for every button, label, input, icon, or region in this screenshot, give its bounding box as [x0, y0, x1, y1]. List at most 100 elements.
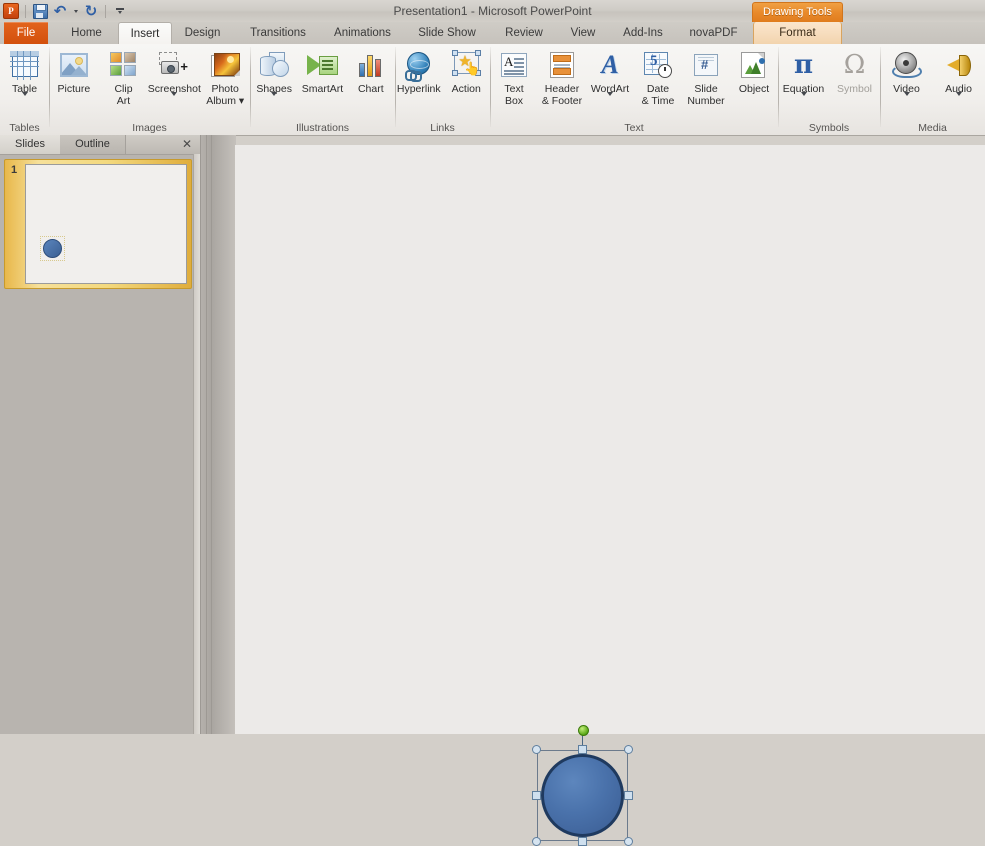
save-button[interactable] [31, 2, 49, 20]
ribbon-group-separator [49, 47, 50, 127]
wordart-button[interactable]: A WordArt [586, 46, 634, 119]
clip-art-button-label: Clip Art [114, 83, 133, 107]
ribbon-tab-insert[interactable]: Insert [118, 22, 172, 46]
object-button[interactable]: Object [730, 46, 778, 119]
redo-icon: ↻ [84, 1, 98, 20]
ribbon-tab-add-ins[interactable]: Add-Ins [612, 22, 674, 44]
rotation-handle[interactable] [578, 725, 589, 736]
header-footer-icon [546, 49, 578, 81]
chevron-down-icon[interactable] [271, 92, 278, 108]
ribbon-tab-novapdf[interactable]: novaPDF [680, 22, 747, 44]
clip-art-button[interactable]: Clip Art [99, 46, 149, 119]
oval-shape[interactable] [541, 754, 624, 837]
ribbon-tab-format[interactable]: Format [753, 22, 842, 45]
ribbon-group-label-illustrations: Illustrations [295, 122, 350, 134]
redo-button[interactable]: ↻ [82, 2, 100, 20]
smartart-button-label: SmartArt [301, 83, 344, 95]
symbol-button[interactable]: Ω Symbol [829, 46, 880, 119]
smartart-button[interactable]: SmartArt [298, 46, 346, 119]
date-time-button[interactable]: 5 Date & Time [634, 46, 682, 119]
symbol-icon: Ω [843, 50, 866, 80]
office-button[interactable]: P [2, 2, 20, 20]
ribbon-group-media: Video Audio Media [880, 44, 985, 135]
resize-handle-middle-left[interactable] [532, 791, 541, 800]
qat-separator-2 [105, 4, 106, 18]
tab-outline[interactable]: Outline [60, 135, 126, 154]
resize-handle-bottom-right[interactable] [624, 837, 633, 846]
ribbon-group-illustrations: Shapes SmartArt Chart Illustrations [250, 44, 395, 135]
chevron-down-icon[interactable] [607, 92, 613, 108]
hyperlink-icon [403, 49, 435, 82]
date-time-icon: 5 [642, 49, 674, 81]
photo-album-button-label: Photo Album ▾ [206, 83, 245, 107]
chevron-down-icon[interactable] [903, 92, 910, 108]
resize-handle-top-center[interactable] [578, 745, 587, 754]
ribbon-tab-review[interactable]: Review [494, 22, 554, 44]
object-icon [738, 49, 770, 81]
header-footer-button[interactable]: Header & Footer [538, 46, 586, 119]
ribbon-tab-view[interactable]: View [561, 22, 605, 44]
save-icon [32, 3, 48, 19]
photo-album-icon [209, 49, 241, 81]
equation-icon: π [793, 50, 814, 80]
pane-splitter[interactable] [200, 135, 236, 734]
chevron-down-icon[interactable] [171, 92, 178, 108]
shapes-icon [258, 49, 290, 81]
resize-handle-top-right[interactable] [624, 745, 633, 754]
resize-handle-bottom-left[interactable] [532, 837, 541, 846]
drawing-tools-banner: Drawing Tools [752, 2, 843, 23]
undo-dropdown-button[interactable] [71, 2, 80, 20]
equation-button[interactable]: π Equation [778, 46, 829, 119]
chevron-down-icon[interactable] [21, 92, 28, 108]
thumbnail-oval-shape [40, 236, 65, 261]
chevron-down-icon[interactable] [800, 92, 807, 108]
resize-handle-bottom-center[interactable] [578, 837, 587, 846]
ribbon-tab-file[interactable]: File [4, 22, 48, 44]
screenshot-button[interactable]: + Screenshot [148, 46, 201, 119]
text-box-button[interactable]: A Text Box [490, 46, 538, 119]
tab-slides[interactable]: Slides [0, 135, 61, 154]
video-button[interactable]: Video [881, 46, 933, 119]
customize-qat-button[interactable] [111, 2, 129, 20]
undo-button[interactable]: ↶ [51, 2, 69, 20]
customize-qat-icon [116, 8, 124, 14]
ribbon-group-label-images: Images [132, 122, 167, 134]
action-button-label: Action [451, 83, 481, 95]
chart-button[interactable]: Chart [347, 46, 395, 119]
ribbon-group-label-text: Text [624, 122, 644, 134]
ribbon-tab-home[interactable]: Home [58, 22, 115, 44]
slide-canvas[interactable] [235, 145, 985, 846]
ribbon-tab-transitions[interactable]: Transitions [237, 22, 319, 44]
resize-handle-middle-right[interactable] [624, 791, 633, 800]
shapes-button[interactable]: Shapes [250, 46, 298, 119]
ribbon-group-separator [395, 47, 396, 127]
chart-icon [355, 49, 387, 81]
oval-shape-selection[interactable] [532, 725, 633, 846]
resize-handle-top-left[interactable] [532, 745, 541, 754]
slide-thumbnail-item[interactable]: 1 [4, 159, 192, 289]
table-icon [9, 49, 41, 81]
hyperlink-button[interactable]: Hyperlink [395, 46, 443, 119]
qat-separator-1 [25, 4, 26, 18]
picture-button-label: Picture [57, 83, 91, 95]
text-box-icon: A [498, 49, 530, 81]
ribbon-group-label-symbols: Symbols [808, 122, 850, 134]
photo-album-button[interactable]: Photo Album ▾ [200, 46, 250, 119]
ribbon-tab-slide-show[interactable]: Slide Show [408, 22, 486, 44]
chart-button-label: Chart [357, 83, 384, 95]
chevron-down-icon[interactable] [955, 92, 962, 108]
picture-icon [58, 49, 90, 81]
splitter-edge-left [206, 135, 207, 734]
slide-number-button[interactable]: # Slide Number [682, 46, 730, 119]
picture-button[interactable]: Picture [49, 46, 99, 119]
ribbon-tab-design[interactable]: Design [174, 22, 231, 44]
table-button[interactable]: Table [0, 46, 49, 119]
chevron-down-icon [73, 9, 78, 13]
close-pane-button[interactable]: ✕ [180, 137, 194, 151]
ribbon: Table Tables Picture Clip Art + Screenshot Pho… [0, 44, 985, 136]
ribbon-tab-animations[interactable]: Animations [323, 22, 402, 44]
slide-thumbnail[interactable] [25, 164, 187, 284]
header-footer-button-label: Header & Footer [541, 83, 583, 107]
action-button[interactable]: ★ 👆 Action [443, 46, 491, 119]
audio-button[interactable]: Audio [933, 46, 985, 119]
